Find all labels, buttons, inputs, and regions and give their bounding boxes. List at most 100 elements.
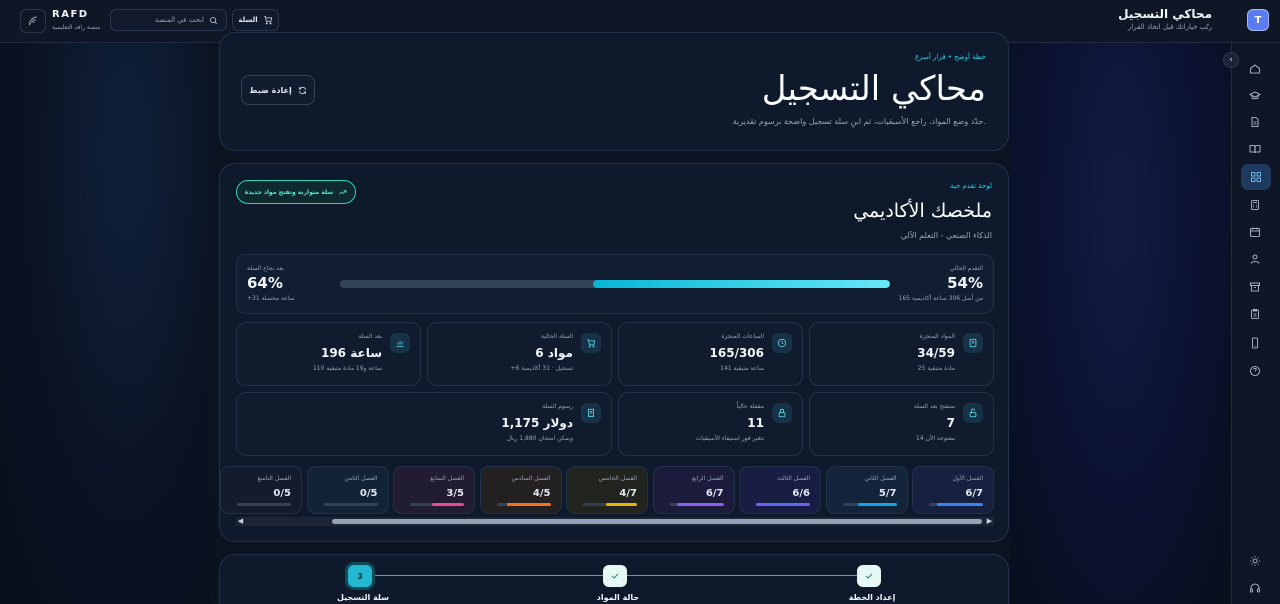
hero-section: خطة أوضح • قرار أسرع محاكي التسجيل حدّد … [219, 32, 1009, 151]
semester-progress-track [323, 503, 378, 506]
semester-card[interactable]: الفصل التاسع 0/5 [220, 466, 302, 514]
brand-logo[interactable] [20, 9, 46, 33]
scrollbar-thumb[interactable] [332, 519, 982, 524]
dashboard-icon[interactable] [1241, 164, 1271, 190]
semester-name: الفصل التاسع [257, 475, 291, 482]
search-icon [210, 16, 218, 24]
calendar-icon[interactable] [1244, 221, 1266, 243]
semester-card[interactable]: الفصل الثاني 5/7 [825, 466, 908, 514]
semester-name: الفصل السادس [511, 475, 551, 482]
archive-icon[interactable] [1244, 276, 1266, 298]
hero-description: حدّد وضع المواد، راجع الأسبقيات، ثم ابنِ… [732, 117, 986, 126]
semester-value: 6/7 [705, 488, 724, 499]
brand-name: RAFD [52, 9, 89, 20]
headset-icon[interactable] [1244, 577, 1266, 599]
stat-value: 11 [747, 416, 764, 430]
semester-card[interactable]: الفصل السادس 4/5 [479, 466, 562, 514]
reset-button[interactable]: إعادة ضبط [241, 75, 315, 105]
semester-card[interactable]: الفصل الثالث 6/6 [739, 466, 821, 514]
feather-icon [28, 16, 38, 26]
cart-button[interactable]: السلة [232, 9, 279, 31]
lock-icon [772, 403, 792, 423]
semester-card[interactable]: الفصل الرابع 6/7 [652, 466, 735, 514]
check-icon [611, 573, 619, 579]
after-cart-note: +31 ساعة محتملة [247, 295, 295, 302]
step-current-marker[interactable]: 3 [348, 565, 372, 587]
stat-card: ستفتح بعد السلة 7 14 مفتوحة الآن [809, 392, 994, 456]
clipboard-icon[interactable] [1244, 303, 1266, 325]
stat-subtext: 14 مفتوحة الآن [915, 435, 955, 442]
semester-value: 0/5 [273, 488, 291, 499]
progress-track [340, 280, 890, 288]
current-progress-note: 165 من أصل 306 ساعة أكاديمية [898, 295, 983, 302]
home-icon[interactable] [1244, 58, 1266, 80]
semester-value: 0/5 [359, 488, 378, 499]
stat-card: السلة الحالية 6 مواد +6 تسجيل · 31 أكاديمي… [427, 322, 612, 386]
step-complete-marker[interactable] [603, 565, 627, 587]
user-avatar[interactable]: T [1247, 9, 1269, 31]
semester-progress-fill [507, 503, 551, 506]
graduation-cap-icon[interactable] [1244, 85, 1266, 107]
stat-card: الساعات المنجزة 165/306 141 ساعة متبقية [618, 322, 803, 386]
semester-progress-track [756, 503, 810, 506]
horizontal-scrollbar[interactable]: ◀ ▶ [236, 517, 994, 526]
user-icon[interactable] [1244, 248, 1266, 270]
stat-subtext: تتغير فور استيفاء الأسبقيات [695, 435, 764, 442]
summary-title: ملخصك الأكاديمي [853, 200, 992, 222]
academic-summary-panel: لوحة تقدم حية ملخصك الأكاديمي الذكاء الص… [219, 163, 1009, 542]
check-icon [865, 573, 873, 579]
semester-card[interactable]: الفصل السابع 3/5 [393, 466, 475, 514]
cart-icon [581, 333, 601, 353]
scroll-left-arrow[interactable]: ◀ [236, 517, 245, 526]
step-complete-marker[interactable] [857, 565, 881, 587]
semester-value: 4/7 [619, 488, 637, 499]
search-input[interactable] [124, 16, 204, 24]
semester-card[interactable]: الفصل الثامن 0/5 [306, 466, 389, 514]
background-glow-right [1010, 40, 1230, 604]
semester-card[interactable]: الفصل الأول 6/7 [912, 466, 994, 514]
semester-name: الفصل الرابع [691, 475, 724, 482]
search-box[interactable] [110, 9, 227, 31]
current-progress-value: 54% [947, 274, 983, 292]
help-icon[interactable] [1244, 360, 1266, 382]
progress-card: التقدم الحالي 54% 165 من أصل 306 ساعة أك… [236, 254, 994, 314]
sidebar-nav [1231, 43, 1280, 604]
reset-button-label: إعادة ضبط [249, 85, 292, 95]
semester-progress-fill [936, 503, 983, 506]
clock-icon [772, 333, 792, 353]
semester-progress-track [237, 503, 291, 506]
phone-icon[interactable] [1244, 332, 1266, 354]
brand-subtitle: منصة رافد التعليمية [52, 24, 101, 31]
stat-card: رسوم السلة 1,175 دولار ويمكن امتحان 1,880 … [236, 392, 612, 456]
stat-value: 7 [946, 416, 955, 430]
stat-subtext: 110 ساعة و19 مادة متبقية [312, 365, 382, 372]
scroll-right-arrow[interactable]: ▶ [985, 517, 994, 526]
stat-card: بعد السلة 196 ساعة 110 ساعة و19 مادة متبقي… [236, 322, 421, 386]
open-book-icon[interactable] [1244, 138, 1266, 160]
app-root: T محاكي التسجيل رتّب خياراتك قبل اتخاذ ا… [0, 0, 1280, 604]
trending-up-icon [339, 189, 347, 195]
balanced-cart-chip[interactable]: سلة متوازنة وتفتح مواد جديدة [236, 180, 356, 204]
document-icon[interactable] [1244, 111, 1266, 133]
enrollment-steps: إعداد الخطة حالة المواد 3 سلة التسجيل [219, 554, 1009, 604]
semester-name: الفصل الثاني [864, 475, 897, 482]
after-cart-value: 64% [247, 274, 283, 292]
stat-subtext: 141 ساعة متبقية [720, 365, 764, 372]
semester-progress-track [929, 503, 983, 506]
app-title: محاكي التسجيل [1118, 7, 1212, 21]
receipt-icon [581, 403, 601, 423]
semester-name: الفصل الخامس [598, 475, 637, 482]
calculator-icon[interactable] [1244, 194, 1266, 216]
sidebar-collapse-button[interactable]: ‹ [1223, 52, 1239, 68]
semester-card[interactable]: الفصل الخامس 4/7 [566, 466, 648, 514]
semester-value: 4/5 [532, 488, 551, 499]
stat-value: 1,175 دولار [501, 416, 573, 430]
stat-value: 196 ساعة [320, 346, 382, 360]
stat-value: 165/306 [709, 346, 764, 360]
stat-subtext: 25 مادة متبقية [917, 365, 955, 372]
step-label: إعداد الخطة [848, 593, 896, 602]
stat-title: المواد المنجزة [919, 333, 955, 340]
sun-icon[interactable] [1244, 550, 1266, 572]
stat-subtext: ويمكن امتحان 1,880 ريال [506, 435, 573, 442]
semester-progress-track [669, 503, 724, 506]
